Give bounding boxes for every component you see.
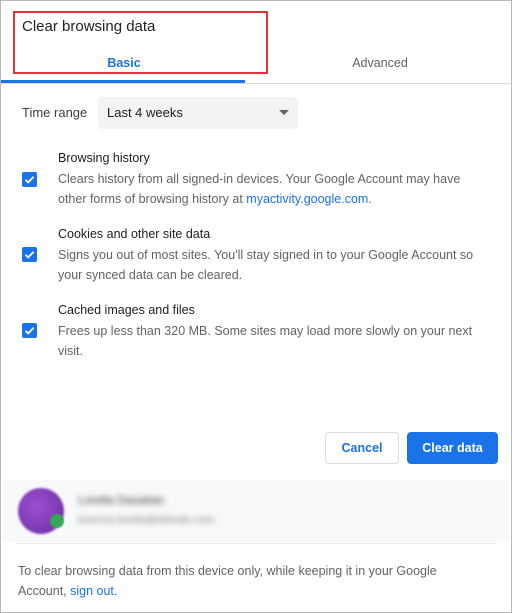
checkbox-cookies[interactable] [22,247,37,262]
desc-line: Clears history from all signed-in device… [58,172,461,186]
tab-basic[interactable]: Basic [59,56,189,70]
account-email: lorenza.lorella@dahalo.com [78,514,215,526]
clear-data-button[interactable]: Clear data [407,432,498,464]
myactivity-link[interactable]: myactivity.google.com [246,192,368,206]
account-name: Lorella Dasalian [78,493,165,507]
option-desc-browsing-history: Clears history from all signed-in device… [58,169,498,209]
checkmark-icon [24,327,35,335]
signed-in-account: Lorella Dasalian lorenza.lorella@dahalo.… [2,480,510,542]
option-title-cached-images: Cached images and files [58,303,195,317]
option-desc-cached-images: Frees up less than 320 MB. Some sites ma… [58,324,473,358]
checkbox-browsing-history[interactable] [22,172,37,187]
option-title-browsing-history: Browsing history [58,151,150,165]
time-range-select[interactable]: Last 4 weeks [98,97,298,129]
time-range-label: Time range [22,105,88,120]
option-desc-cookies: Signs you out of most sites. You'll stay… [58,248,474,282]
time-range-value: Last 4 weeks [107,105,183,120]
option-title-cookies: Cookies and other site data [58,227,211,241]
sync-badge-icon [50,514,64,528]
clear-browsing-data-dialog: Clear browsing data Basic Advanced Time … [0,0,512,613]
sign-out-link[interactable]: sign out [70,584,114,598]
desc-line: other forms of browsing history at [58,192,247,206]
checkbox-cached-images[interactable] [22,323,37,338]
footer-divider [17,543,497,544]
cancel-button[interactable]: Cancel [325,432,399,464]
tab-advanced[interactable]: Advanced [315,56,445,70]
desc-period: . [368,192,372,206]
chevron-down-icon [279,110,289,115]
checkmark-icon [24,251,35,259]
footer-note: To clear browsing data from this device … [18,561,488,601]
checkmark-icon [24,176,35,184]
footer-period: . [113,584,118,598]
tabs-divider [1,83,511,84]
